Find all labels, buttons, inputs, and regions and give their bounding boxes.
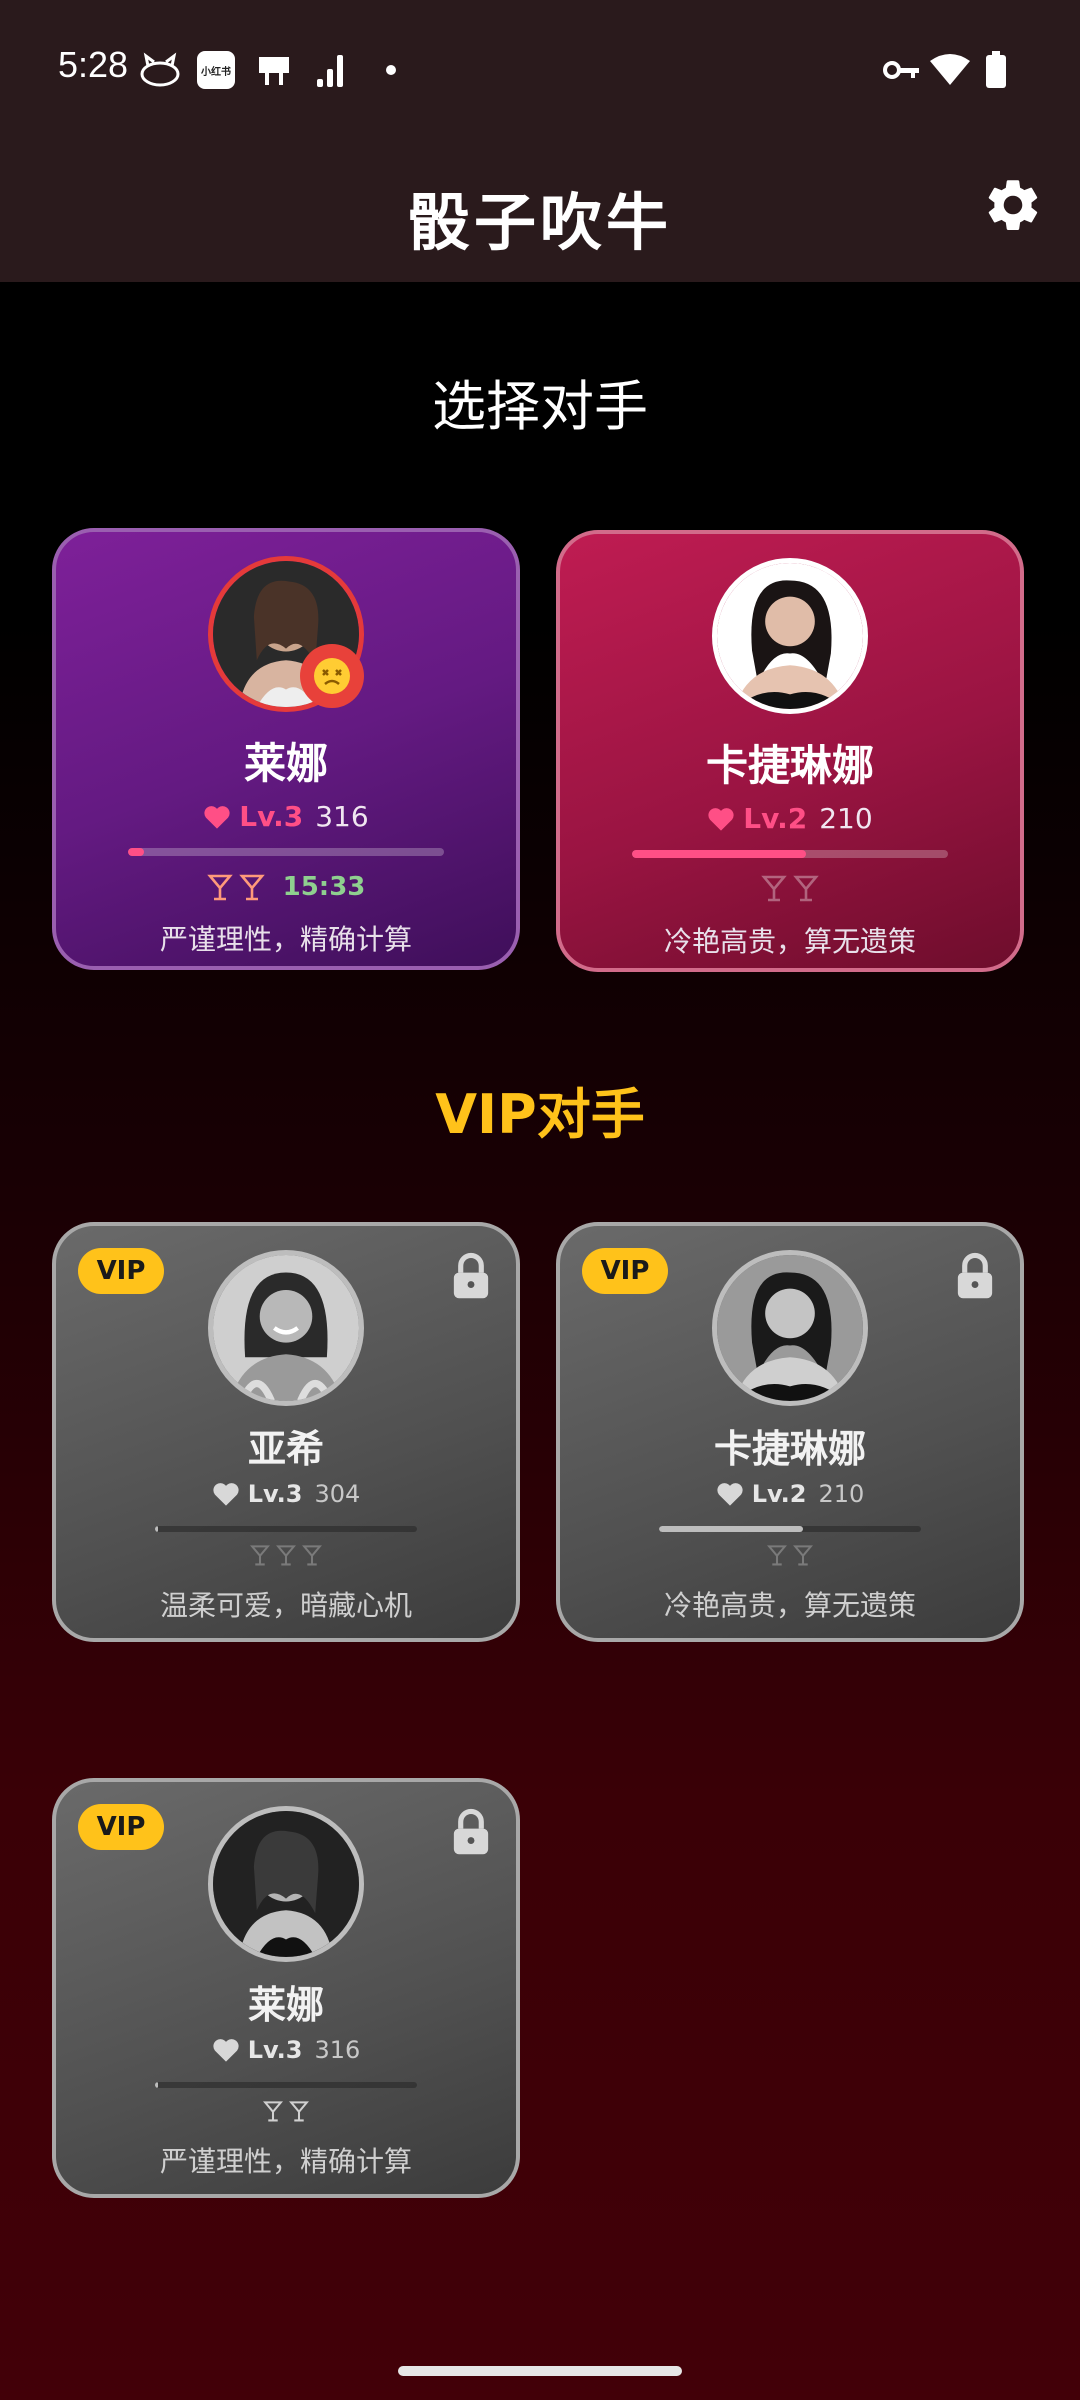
lock-icon — [957, 1252, 993, 1299]
app-badge-text: 小红书 — [197, 51, 235, 89]
level-label: Lv.2 — [751, 1480, 807, 1508]
heart-icon — [213, 2039, 239, 2062]
progress-bar — [155, 1526, 417, 1532]
vip-card-katerina[interactable]: VIP 卡捷琳娜 Lv.2 210 冷艳高贵，算无遗策 — [556, 1222, 1024, 1642]
cocktail-glass-icon — [793, 1545, 813, 1566]
page-title: 骰子吹牛 — [407, 186, 672, 259]
opponent-name: 莱娜 — [247, 1983, 324, 2027]
drinks-row — [560, 874, 1020, 902]
points-value: 316 — [314, 2036, 361, 2064]
cocktail-glass-icon — [761, 875, 787, 902]
progress-fill — [155, 1526, 158, 1532]
avatar — [208, 1806, 364, 1962]
cocktail-glass-icon — [263, 2101, 283, 2122]
drinks-row — [56, 1544, 516, 1566]
vip-badge: VIP — [582, 1248, 668, 1294]
cocktail-glass-icon — [302, 1545, 322, 1566]
opponent-card-katerina[interactable]: 卡捷琳娜 Lv.2 210 冷艳高贵，算无遗策 — [556, 530, 1024, 972]
vip-badge: VIP — [78, 1248, 164, 1294]
cocktail-glass-icon — [250, 1545, 270, 1566]
cooldown-timer: 15:33 — [282, 872, 366, 902]
opponent-name: 莱娜 — [243, 739, 328, 788]
level-row: Lv.3 316 — [56, 800, 516, 833]
opponent-name: 卡捷琳娜 — [713, 1427, 866, 1471]
progress-fill — [155, 2082, 158, 2088]
cocktail-glass-icon — [793, 875, 819, 902]
opponent-description: 冷艳高贵，算无遗策 — [663, 1589, 916, 1622]
heart-icon — [204, 805, 230, 829]
cocktail-glass-icon — [206, 874, 233, 901]
level-label: Lv.3 — [239, 800, 304, 833]
notification-cat-icon — [136, 50, 184, 90]
heart-icon — [717, 1483, 743, 1506]
progress-fill — [632, 850, 806, 858]
points-value: 210 — [818, 1480, 865, 1508]
heart-icon — [213, 1483, 239, 1506]
cocktail-glass-icon — [289, 2101, 309, 2122]
opponent-description: 温柔可爱，暗藏心机 — [159, 1589, 412, 1622]
drinks-row: 15:33 — [56, 872, 516, 902]
vip-card-yaxi[interactable]: VIP 亚希 Lv.3 304 温柔可爱，暗藏心机 — [52, 1222, 520, 1642]
level-row: Lv.3 304 — [56, 1480, 516, 1508]
avatar — [712, 1250, 868, 1406]
vip-card-laina[interactable]: VIP 莱娜 Lv.3 316 严谨理性，精确计算 — [52, 1778, 520, 2198]
signal-icon — [314, 50, 350, 90]
level-label: Lv.3 — [247, 2036, 303, 2064]
dizzy-face-icon — [300, 644, 364, 708]
points-value: 316 — [315, 800, 369, 833]
vpn-key-icon — [882, 50, 922, 90]
opponents-section-title: 选择对手 — [432, 375, 648, 438]
level-row: Lv.2 210 — [560, 1480, 1020, 1508]
opponent-card-laina[interactable]: 莱娜 Lv.3 316 15:33 严谨理性，精确计算 — [52, 528, 520, 970]
cocktail-glass-icon — [276, 1545, 296, 1566]
app-badge-icon: 小红书 — [196, 50, 236, 90]
opponent-description: 严谨理性，精确计算 — [159, 2145, 412, 2178]
avatar — [208, 1250, 364, 1406]
cast-icon — [254, 50, 294, 90]
progress-fill — [659, 1526, 804, 1532]
lock-icon — [453, 1808, 489, 1855]
drinks-row — [56, 2100, 516, 2122]
opponent-name: 亚希 — [247, 1427, 324, 1471]
points-value: 210 — [819, 802, 873, 835]
battery-icon — [984, 50, 1008, 90]
status-bar: 5:28 小红书 — [0, 0, 1080, 132]
cocktail-glass-icon — [238, 874, 265, 901]
heart-icon — [708, 807, 734, 831]
level-row: Lv.2 210 — [560, 802, 1020, 835]
gear-icon[interactable] — [982, 174, 1044, 236]
level-label: Lv.2 — [743, 802, 808, 835]
level-label: Lv.3 — [247, 1480, 303, 1508]
vip-badge: VIP — [78, 1804, 164, 1850]
opponent-description: 冷艳高贵，算无遗策 — [663, 925, 916, 958]
dot-icon — [384, 50, 398, 90]
level-row: Lv.3 316 — [56, 2036, 516, 2064]
cocktail-glass-icon — [767, 1545, 787, 1566]
wifi-icon — [928, 50, 972, 90]
progress-bar — [128, 848, 444, 856]
lock-icon — [453, 1252, 489, 1299]
drinks-row — [560, 1544, 1020, 1566]
points-value: 304 — [314, 1480, 361, 1508]
home-indicator[interactable] — [398, 2366, 682, 2376]
progress-bar — [659, 1526, 921, 1532]
app-bar: 骰子吹牛 — [0, 132, 1080, 282]
progress-bar — [155, 2082, 417, 2088]
progress-fill — [128, 848, 144, 856]
status-time: 5:28 — [58, 44, 129, 85]
opponent-name: 卡捷琳娜 — [705, 741, 874, 790]
vip-section-title: VIP对手 — [435, 1083, 645, 1146]
opponent-description: 严谨理性，精确计算 — [159, 923, 412, 956]
progress-bar — [632, 850, 948, 858]
avatar — [712, 558, 868, 714]
